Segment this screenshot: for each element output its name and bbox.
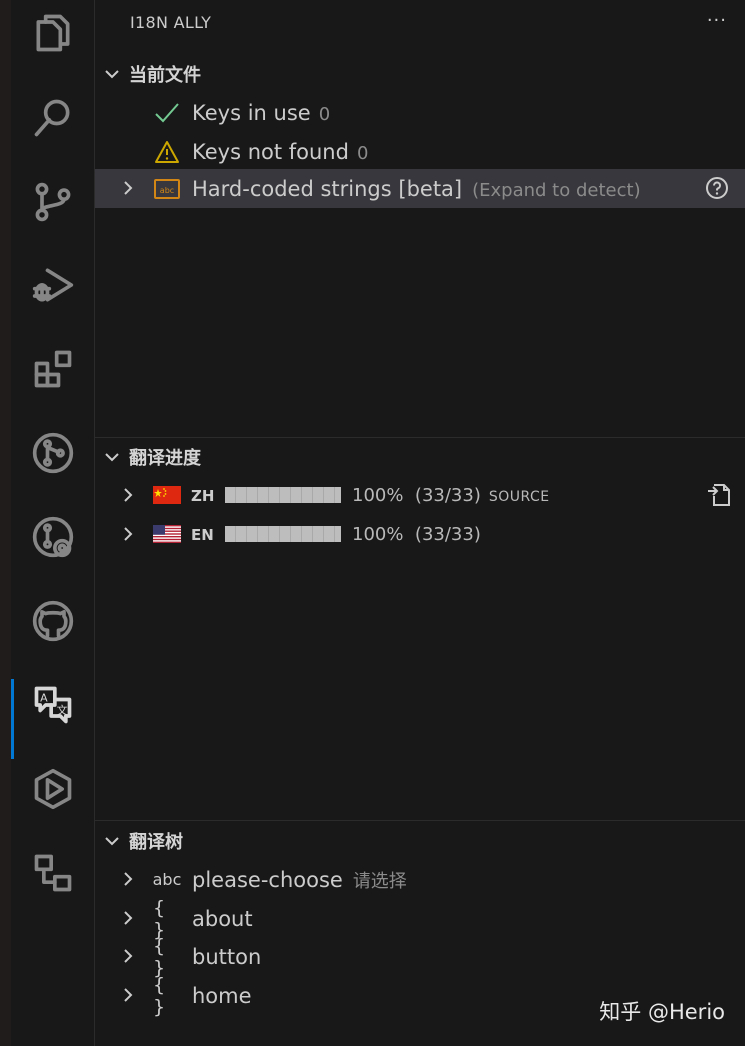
github-icon[interactable] (11, 591, 94, 651)
progress-bar-fill (225, 487, 341, 503)
view-title: I18N ALLY (130, 13, 212, 32)
remote-explorer-icon[interactable] (11, 843, 94, 903)
watermark: 知乎 @Herio (599, 1000, 725, 1024)
tree-item-label: Hard-coded strings [beta] (Expand to dete… (192, 176, 641, 201)
tree-item-label: home (192, 983, 252, 1008)
pull-requests-icon[interactable] (11, 507, 94, 567)
check-icon (153, 99, 181, 127)
chevron-right-icon (124, 488, 133, 502)
hard-coded-strings-item[interactable]: abc Hard-coded strings [beta] (Expand to … (95, 169, 745, 208)
tree-item-label: about (192, 906, 253, 931)
us-flag-icon (153, 525, 181, 543)
tree-item-about[interactable]: { } about (95, 896, 745, 941)
section-title: 当前文件 (129, 65, 201, 86)
source-badge: SOURCE (488, 489, 550, 505)
locale-code: ZH (191, 486, 215, 505)
chevron-right-icon (124, 949, 133, 963)
tree-item-please-choose[interactable]: abc please-choose 请选择 (95, 860, 745, 899)
locale-code: EN (191, 525, 214, 544)
namespace-icon: { } (153, 973, 166, 1018)
search-icon[interactable] (11, 88, 94, 148)
keys-in-use-item[interactable]: Keys in use 0 (95, 93, 745, 132)
chevron-down-icon (95, 448, 129, 466)
window-edge (0, 0, 11, 1046)
progress-text: 100% (33/33) (352, 524, 481, 545)
section-current-file[interactable]: 当前文件 (95, 56, 745, 92)
chevron-right-icon (124, 911, 133, 925)
section-progress[interactable]: 翻译进度 (95, 439, 745, 475)
extensions-icon[interactable] (11, 339, 94, 399)
i18n-ally-icon[interactable]: A文 (11, 675, 94, 759)
tree-item-label: Keys not found 0 (192, 139, 369, 164)
svg-text:abc: abc (160, 186, 174, 195)
abc-icon: abc (153, 175, 181, 203)
svg-text:文: 文 (56, 703, 67, 717)
locale-progress-zh[interactable]: ZH 100% (33/33) SOURCE (95, 476, 745, 515)
activity-bar: A文 (11, 0, 95, 1046)
progress-bar (225, 526, 341, 542)
chevron-right-icon (124, 181, 133, 195)
namespace-icon: { } (153, 896, 166, 941)
i18n-sidebar: I18N ALLY ··· 当前文件 Keys in use 0 Keys not… (95, 0, 745, 1046)
chevron-right-icon (124, 872, 133, 886)
locale-progress-en[interactable]: EN 100% (33/33) (95, 515, 745, 554)
tree-item-label: please-choose 请选择 (192, 867, 407, 892)
progress-text: 100% (33/33) SOURCE (352, 485, 550, 506)
warning-icon (153, 138, 181, 166)
tree-item-label: button (192, 944, 262, 969)
chevron-down-icon (95, 65, 129, 83)
more-actions-icon[interactable]: ··· (707, 10, 727, 31)
source-control-icon[interactable] (11, 172, 94, 232)
explorer-icon[interactable] (11, 3, 94, 63)
git-graph-icon[interactable] (11, 423, 94, 483)
section-divider (95, 820, 745, 821)
section-translation-tree[interactable]: 翻译树 (95, 823, 745, 859)
svg-text:A: A (40, 691, 48, 704)
run-debug-icon[interactable] (11, 255, 94, 315)
keys-not-found-item[interactable]: Keys not found 0 (95, 132, 745, 171)
section-title: 翻译进度 (129, 448, 201, 469)
cn-flag-icon (153, 486, 181, 504)
section-title: 翻译树 (129, 832, 183, 853)
chevron-right-icon (124, 527, 133, 541)
help-icon[interactable] (705, 176, 729, 205)
tree-item-label: Keys in use 0 (192, 100, 331, 125)
chevron-down-icon (95, 832, 129, 850)
open-editor-icon[interactable] (705, 481, 733, 514)
chevron-right-icon (124, 988, 133, 1002)
string-key-icon: abc (152, 870, 182, 889)
section-divider (95, 437, 745, 438)
progress-bar-fill (225, 526, 341, 542)
progress-bar (225, 487, 341, 503)
tree-item-button[interactable]: { } button (95, 934, 745, 979)
namespace-icon: { } (153, 934, 166, 979)
hexagon-play-icon[interactable] (11, 759, 94, 819)
